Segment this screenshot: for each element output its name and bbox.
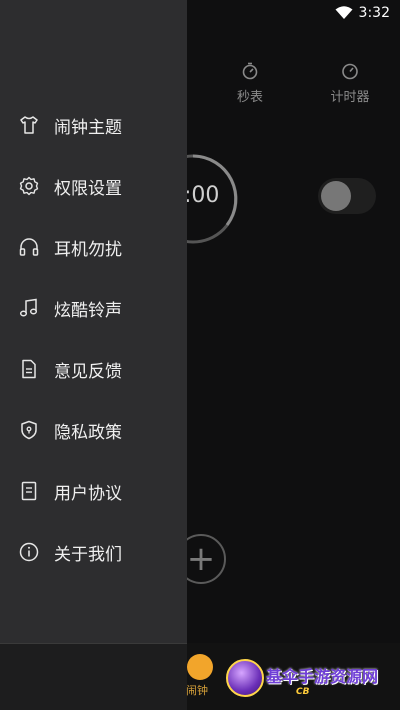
drawer-item-permissions[interactable]: 权限设置 — [18, 170, 188, 202]
tab-timer-label: 计时器 — [330, 90, 370, 105]
drawer-footer — [0, 643, 187, 710]
tab-stopwatch[interactable]: 秒表 — [210, 62, 290, 105]
timer-icon — [342, 63, 358, 80]
tab-timer[interactable]: 计时器 — [310, 62, 390, 105]
plus-icon: + — [186, 539, 216, 579]
watermark-logo — [226, 659, 264, 697]
drawer-item-cool-ringtones[interactable]: 炫酷铃声 — [18, 292, 188, 324]
shield-icon — [21, 420, 37, 440]
status-time: 3:32 — [358, 5, 390, 21]
tshirt-icon — [20, 116, 38, 134]
wifi-icon — [335, 6, 353, 19]
headphones-icon — [19, 238, 39, 256]
alarm-clock-icon[interactable] — [187, 654, 213, 680]
drawer-item-label: 隐私政策 — [54, 422, 122, 443]
navigation-drawer: 闹钟主题 权限设置 耳机勿扰 炫酷铃声 意见反馈 隐私政策 用户协议 关于我们 — [0, 0, 187, 643]
agreement-icon — [21, 481, 37, 501]
watermark-text: 基伞手游资源网 — [266, 667, 379, 686]
music-note-icon — [19, 298, 38, 317]
drawer-item-label: 意见反馈 — [54, 361, 122, 382]
drawer-item-label: 关于我们 — [54, 544, 122, 565]
tab-stopwatch-label: 秒表 — [236, 90, 263, 105]
toggle-knob — [321, 181, 351, 211]
drawer-item-privacy-policy[interactable]: 隐私政策 — [18, 414, 188, 446]
watermark: 基伞手游资源网 CB — [222, 657, 394, 707]
info-icon — [19, 542, 39, 562]
drawer-item-headphone-dnd[interactable]: 耳机勿扰 — [18, 231, 188, 263]
drawer-item-alarm-theme[interactable]: 闹钟主题 — [18, 109, 188, 141]
drawer-item-feedback[interactable]: 意见反馈 — [18, 353, 188, 385]
gear-icon — [19, 176, 39, 196]
stopwatch-icon — [242, 62, 258, 80]
alarm-tab-label: 闹钟 — [186, 684, 208, 697]
document-icon — [22, 359, 36, 379]
watermark-subtext: CB — [296, 687, 310, 697]
drawer-item-label: 用户协议 — [54, 483, 122, 504]
drawer-item-label: 耳机勿扰 — [54, 239, 122, 260]
alarm-toggle[interactable] — [318, 178, 376, 214]
drawer-item-label: 炫酷铃声 — [54, 300, 122, 321]
drawer-item-about-us[interactable]: 关于我们 — [18, 536, 188, 568]
status-bar: 3:32 — [0, 0, 400, 26]
drawer-item-user-agreement[interactable]: 用户协议 — [18, 475, 188, 507]
drawer-item-label: 权限设置 — [54, 178, 122, 199]
drawer-item-label: 闹钟主题 — [54, 117, 122, 138]
